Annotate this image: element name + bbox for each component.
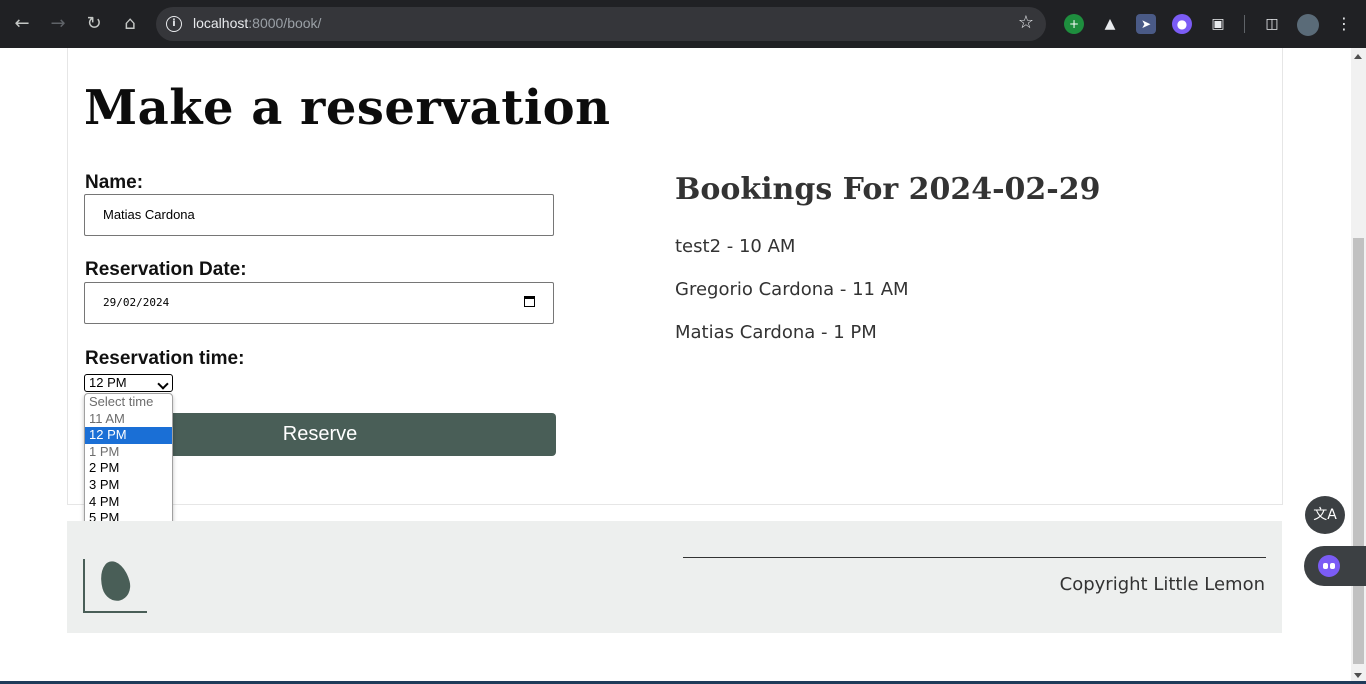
face-extension-icon[interactable]: ● [1172,14,1192,34]
little-lemon-logo [83,558,147,613]
page-scrollbar[interactable] [1351,48,1366,684]
calendar-icon[interactable] [524,296,535,307]
name-label: Name: [85,172,144,193]
site-footer: Copyright Little Lemon [67,521,1282,633]
back-icon[interactable]: ← [10,12,34,36]
assistant-face-icon [1318,555,1340,577]
date-input[interactable]: 29/02/2024 [84,282,554,324]
address-bar[interactable]: i localhost:8000/book/ ☆ [156,7,1046,41]
url-text[interactable]: localhost:8000/book/ [193,15,321,31]
time-select[interactable]: 12 PM [84,374,173,392]
time-option: 11 AM [89,410,125,426]
assistant-eye-icon [1323,563,1328,569]
scroll-down-arrow-icon[interactable] [1354,673,1362,678]
side-panel-icon[interactable]: ◫ [1262,14,1282,34]
assistant-eye-icon [1330,563,1335,569]
bookings-title: Bookings For 2024-02-29 [675,172,1101,207]
url-host: localhost [193,15,249,31]
profile-avatar[interactable] [1297,14,1319,36]
name-input[interactable]: Matias Cardona [84,194,554,236]
date-value: 29/02/2024 [103,296,170,309]
url-path: :8000/book/ [248,15,322,31]
bookmark-star-icon[interactable]: ☆ [1018,12,1034,33]
cursor-extension-icon[interactable]: ➤ [1136,14,1156,34]
add-extension-icon[interactable]: + [1064,14,1084,34]
time-option: Select time [89,394,154,409]
copyright-text: Copyright Little Lemon [1059,574,1265,595]
toolbar-divider [1244,15,1245,33]
time-option[interactable]: 3 PM [85,477,172,494]
booking-item: Gregorio Cardona - 11 AM [675,279,909,300]
puzzle-extensions-icon[interactable]: ▣ [1208,14,1228,34]
time-option[interactable]: 12 PM [85,427,172,444]
page-title: Make a reservation [84,80,611,136]
time-label: Reservation time: [85,348,245,369]
footer-divider [683,557,1266,558]
chevron-down-icon [157,378,169,390]
site-info-icon[interactable]: i [166,16,182,32]
booking-item: Matias Cardona - 1 PM [675,322,877,343]
booking-item: test2 - 10 AM [675,236,796,257]
date-label: Reservation Date: [85,259,247,280]
browser-toolbar: ← → ↻ ⌂ i localhost:8000/book/ ☆ + ▲ ➤ ●… [0,0,1366,48]
time-option[interactable]: 2 PM [85,460,172,477]
reload-icon[interactable]: ↻ [82,12,106,36]
time-select-value: 12 PM [89,375,127,390]
mountain-extension-icon[interactable]: ▲ [1100,14,1120,34]
kebab-menu-icon[interactable]: ⋮ [1334,14,1354,34]
forward-icon[interactable]: → [46,12,70,36]
scrollbar-thumb[interactable] [1353,238,1364,664]
assistant-extension-button[interactable] [1304,546,1366,586]
time-option[interactable]: 4 PM [85,494,172,511]
home-icon[interactable]: ⌂ [118,12,142,36]
leaf-icon [96,558,134,604]
time-option: 1 PM [89,443,120,459]
translate-icon[interactable]: 文A [1305,496,1345,534]
scroll-up-arrow-icon[interactable] [1354,54,1362,59]
